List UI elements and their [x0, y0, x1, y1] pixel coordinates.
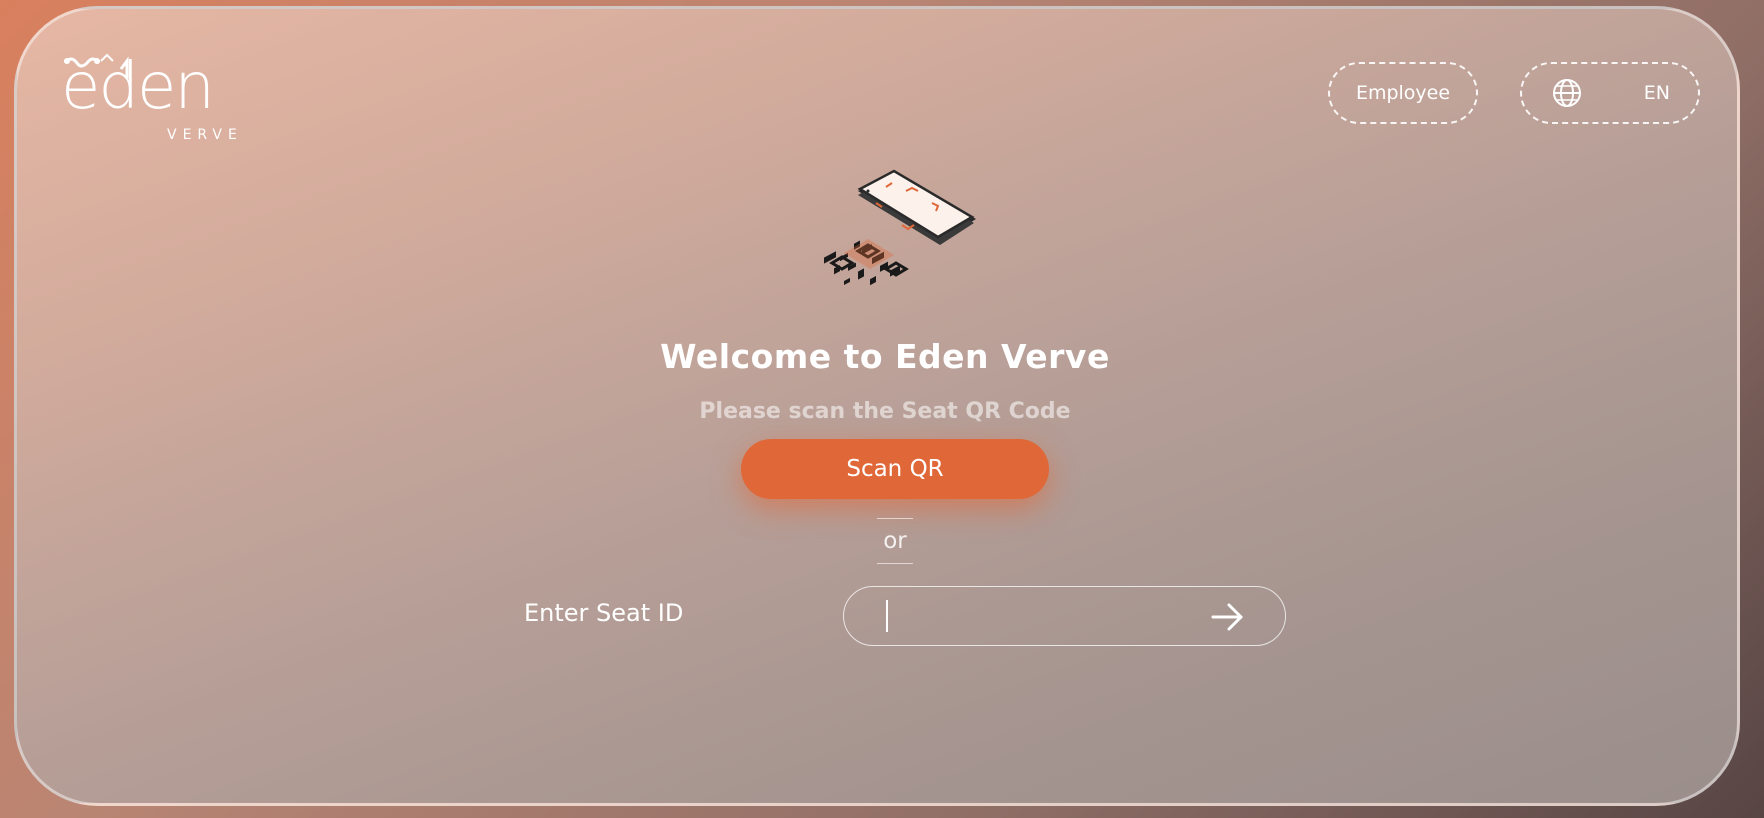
text-caret [886, 600, 888, 632]
language-label: EN [1643, 82, 1670, 104]
brand-logo: eden VERVE [61, 49, 241, 149]
or-divider: or [877, 518, 913, 564]
scan-qr-button-label: Scan QR [846, 456, 944, 482]
or-text: or [883, 527, 907, 554]
employee-button-label: Employee [1355, 82, 1451, 104]
page-title: Welcome to Eden Verve [660, 337, 1110, 376]
scan-qr-button[interactable]: Scan QR [741, 439, 1049, 499]
language-selector[interactable]: EN [1520, 62, 1700, 124]
divider-line-top [877, 518, 913, 519]
seat-id-field[interactable] [843, 586, 1286, 646]
phone-scanning-qr-illustration [824, 169, 976, 286]
brand-subtitle: VERVE [167, 127, 243, 143]
seat-id-input[interactable] [884, 597, 1188, 637]
arrow-right-icon[interactable] [1210, 601, 1246, 633]
welcome-card: eden VERVE Employee EN Welcome to Eden V… [14, 6, 1740, 806]
brand-wordmark: eden [61, 50, 215, 124]
divider-line-bottom [877, 563, 913, 564]
seat-id-label: Enter Seat ID [524, 599, 684, 627]
globe-icon [1553, 79, 1581, 107]
page-subtitle: Please scan the Seat QR Code [699, 399, 1071, 424]
employee-button[interactable]: Employee [1328, 62, 1478, 124]
